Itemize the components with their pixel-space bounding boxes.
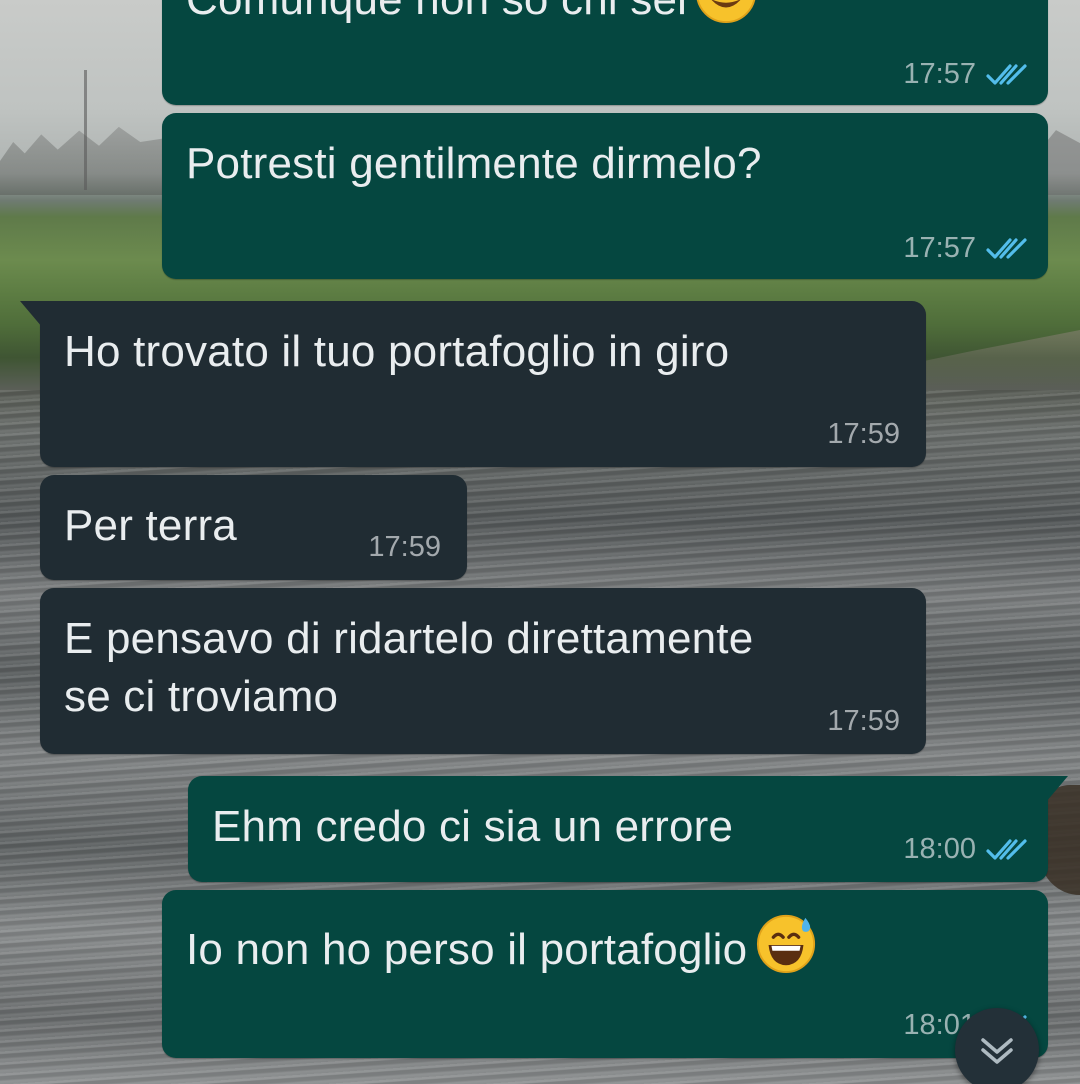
message-outgoing[interactable]: Ehm credo ci sia un errore 18:00 <box>188 776 1068 882</box>
chevron-down-icon <box>981 1038 1013 1064</box>
message-meta: 17:57 <box>903 232 1028 265</box>
double-check-icon <box>986 237 1027 259</box>
message-text: Potresti gentilmente dirmelo? <box>186 139 762 188</box>
message-outgoing[interactable]: Potresti gentilmente dirmelo? 17:57 <box>162 113 1048 279</box>
message-text: Per terra <box>64 501 237 550</box>
message-incoming[interactable]: Per terra 17:59 <box>40 475 467 580</box>
message-text: Comunque non so chi sei <box>186 0 757 29</box>
message-time: 17:57 <box>903 58 976 90</box>
message-text: Ehm credo ci sia un errore <box>212 802 734 851</box>
message-time: 17:59 <box>827 418 900 450</box>
message-incoming[interactable]: E pensavo di ridartelo direttamente se c… <box>40 588 926 754</box>
message-outgoing[interactable]: Comunque non so chi sei 17:57 <box>162 0 1048 105</box>
scroll-to-bottom-button[interactable] <box>955 1008 1039 1084</box>
double-check-icon <box>986 838 1027 860</box>
double-check-icon <box>986 63 1027 85</box>
message-outgoing[interactable]: Io non ho perso il portafoglio 18:01 <box>162 890 1048 1058</box>
message-meta: 17:59 <box>827 705 900 738</box>
message-list[interactable]: Comunque non so chi sei 17:57 Potresti g… <box>0 0 1080 1084</box>
message-meta: 17:57 <box>903 58 1028 91</box>
message-incoming[interactable]: Ho trovato il tuo portafoglio in giro 17… <box>20 301 926 467</box>
message-time: 17:57 <box>903 232 976 264</box>
message-meta: 17:59 <box>827 418 900 451</box>
smiling-face-emoji <box>696 0 756 24</box>
message-meta: 18:00 <box>903 833 1028 866</box>
bubble-tail <box>20 301 42 327</box>
message-text-line: E pensavo di ridartelo direttamente <box>64 614 754 663</box>
message-time: 18:00 <box>903 833 976 865</box>
message-text: E pensavo di ridartelo direttamente se c… <box>64 610 753 726</box>
message-text-line: se ci troviamo <box>64 672 339 721</box>
message-time: 17:59 <box>827 705 900 737</box>
message-text: Ho trovato il tuo portafoglio in giro <box>64 327 730 376</box>
message-meta: 17:59 <box>368 531 441 564</box>
bubble-tail <box>1046 776 1068 802</box>
message-text: Io non ho perso il portafoglio <box>186 912 817 979</box>
message-time: 17:59 <box>368 531 441 563</box>
grinning-face-with-sweat-emoji <box>757 914 816 974</box>
